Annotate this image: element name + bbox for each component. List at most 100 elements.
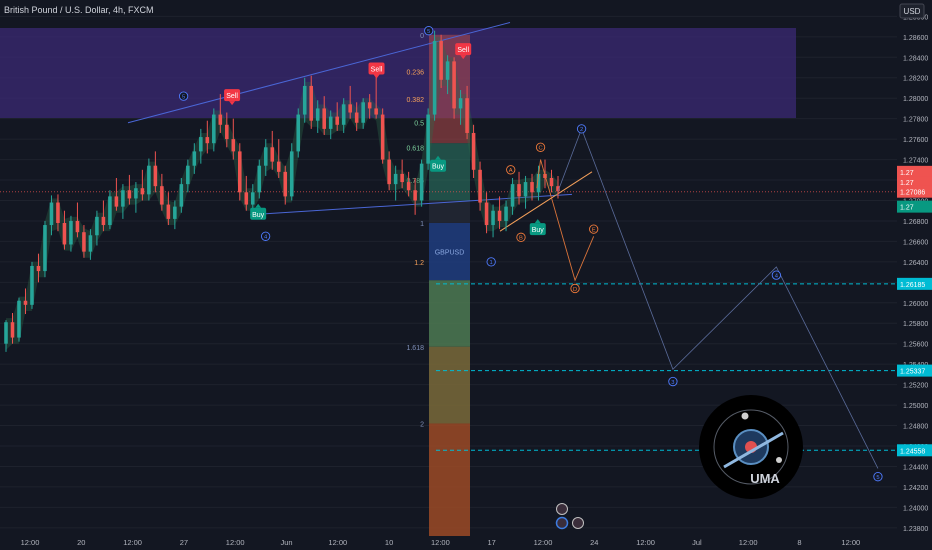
candle-body [186, 165, 190, 185]
candle-body [4, 322, 8, 344]
candle-body [56, 202, 60, 223]
price-label-text: 1.27086 [900, 190, 925, 197]
wave-label: 5 [427, 29, 430, 35]
fib-level-label: 1.618 [406, 345, 424, 352]
currency-button[interactable]: USD [899, 3, 925, 19]
time-tick-label: 12:00 [636, 538, 655, 547]
price-tick-label: 1.26000 [903, 301, 928, 308]
candle-body [367, 102, 372, 109]
price-tick-label: 1.27400 [903, 158, 928, 165]
candle-body [257, 165, 262, 193]
time-tick-label: 12:00 [123, 538, 142, 547]
candle-body [406, 182, 411, 191]
candle-body [374, 108, 378, 115]
candle-body [510, 184, 515, 207]
candle-body [504, 206, 508, 221]
candle-body [289, 151, 294, 197]
wave-label: A [509, 168, 513, 174]
candle-body [23, 300, 28, 305]
candle-body [354, 112, 359, 123]
wave-label: D [573, 287, 577, 293]
candle-body [147, 165, 151, 195]
buy-signal-label: Buy [252, 212, 265, 219]
sell-signal-label: Sell [226, 93, 238, 100]
price-tick-label: 1.24400 [903, 464, 928, 471]
wave-label: 2 [580, 127, 583, 133]
candle-body [530, 182, 534, 193]
price-tick-label: 1.28400 [903, 55, 928, 62]
candle-body [250, 192, 255, 205]
time-tick-label: 12:00 [21, 538, 40, 547]
candle-body [517, 184, 521, 197]
candle-body [549, 177, 554, 187]
candle-body [36, 265, 41, 272]
news-flag-icon[interactable] [572, 517, 584, 529]
candle-body [199, 137, 203, 152]
candle-body [30, 265, 34, 305]
candle-body [452, 61, 456, 109]
candle-body [432, 40, 437, 115]
price-chart[interactable]: GBPUSD 00.2360.3820.50.6180.78611.21.618… [0, 0, 932, 550]
candle-body [439, 40, 443, 80]
candle-body [400, 173, 404, 183]
candle-body [491, 210, 495, 226]
wave-label: B [519, 236, 523, 242]
wave-label: C [538, 146, 542, 152]
candle-body [380, 114, 385, 160]
candle-body [426, 114, 430, 164]
candle-body [523, 182, 528, 197]
candle-body [218, 114, 223, 125]
time-tick-label: 12:00 [739, 538, 758, 547]
time-tick-label: 12:00 [226, 538, 245, 547]
buy-signal-label: Buy [532, 227, 545, 234]
candle-body [283, 171, 288, 197]
candle-body [43, 225, 47, 272]
fib-level-label: 0.236 [406, 70, 424, 77]
fib-level-label: 0.5 [414, 121, 424, 128]
fib-level-label: 0.382 [406, 97, 424, 104]
price-tick-label: 1.25600 [903, 342, 928, 349]
candle-body [419, 163, 424, 201]
fib-level-label: 1.2 [414, 260, 424, 267]
news-flag-icon[interactable] [556, 503, 568, 515]
time-tick-label: 27 [180, 538, 188, 547]
candle-body [225, 124, 229, 140]
price-tick-label: 1.26800 [903, 219, 928, 226]
wave-label: 5 [876, 475, 879, 481]
candle-body [309, 85, 314, 121]
candle-body [121, 190, 125, 207]
price-tick-label: 1.27600 [903, 137, 928, 144]
price-label-text: 1.27 [900, 170, 914, 177]
price-tick-label: 1.26600 [903, 239, 928, 246]
candle-body [82, 232, 86, 252]
candle-body [173, 206, 177, 219]
candle-body [160, 186, 164, 205]
candle-body [238, 151, 242, 193]
fib-level-label: 1 [420, 221, 424, 228]
candle-body [166, 204, 171, 219]
uma-logo: UMA [699, 395, 803, 499]
candle-body [212, 114, 216, 144]
candle-body [471, 132, 476, 170]
fib-level-label: 2 [420, 421, 424, 428]
resistance-zone [0, 28, 796, 118]
price-label-text: 1.26185 [900, 282, 925, 289]
candle-body [108, 196, 112, 226]
candle-body [387, 159, 391, 185]
price-tick-label: 1.25200 [903, 383, 928, 390]
time-tick-label: 8 [797, 538, 801, 547]
news-flag-icon[interactable] [555, 516, 569, 530]
candle-body [296, 114, 301, 152]
price-tick-label: 1.26400 [903, 260, 928, 267]
price-label-text: 1.25337 [900, 369, 925, 376]
price-tick-label: 1.24000 [903, 505, 928, 512]
fib-zone-orange [429, 423, 470, 536]
candle-body [413, 190, 417, 201]
time-tick-label: 24 [590, 538, 598, 547]
fib-zone-green-low [429, 280, 470, 347]
candle-body [88, 235, 93, 252]
currency-button-label[interactable]: USD [904, 7, 921, 16]
fib-zone-olive [429, 346, 470, 424]
candle-body [10, 322, 15, 338]
candle-body [361, 102, 365, 123]
